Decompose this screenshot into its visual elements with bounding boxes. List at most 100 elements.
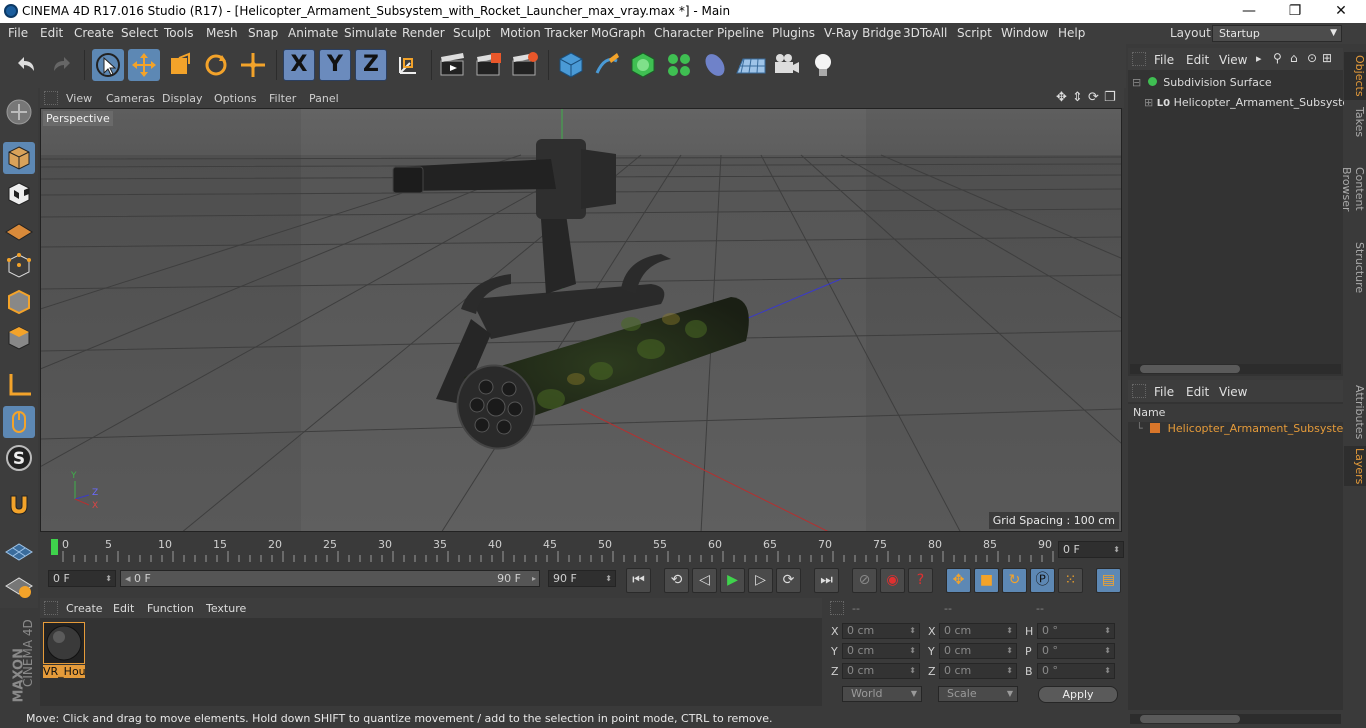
key-pla-button[interactable]: ⁙	[1058, 568, 1083, 593]
material-menu-function[interactable]: Function	[147, 602, 194, 615]
texture-mode-button[interactable]	[3, 178, 35, 210]
layer-row[interactable]: └ Helicopter_Armament_Subsystem_	[1136, 422, 1359, 435]
scrollbar-thumb[interactable]	[1140, 715, 1240, 723]
enable-axis-button[interactable]	[3, 370, 35, 402]
material-thumbnail[interactable]	[43, 622, 85, 664]
autokey-button[interactable]: ◉	[880, 568, 905, 593]
layer-menu-file[interactable]: File	[1154, 385, 1174, 399]
pos-y-field[interactable]: 0 cm ⬍	[842, 643, 920, 659]
material-menu-texture[interactable]: Texture	[206, 602, 246, 615]
next-key-button[interactable]: ⟳	[776, 568, 801, 593]
rot-h-field[interactable]: 0 ° ⬍	[1037, 623, 1115, 639]
size-z-field[interactable]: 0 cm ⬍	[939, 663, 1017, 679]
deformer-button[interactable]	[699, 49, 731, 81]
layer-name-column-header[interactable]: Name	[1128, 404, 1343, 422]
menu-help[interactable]: Help	[1058, 26, 1085, 40]
coordinate-system-button[interactable]	[392, 49, 424, 81]
timeline-ruler[interactable]: 0 5 10 15 20 25 30 35 40 45 50 55 60 65 …	[40, 535, 1126, 565]
workplane-mode-button[interactable]	[3, 214, 35, 246]
move-tool-button[interactable]	[128, 49, 160, 81]
perspective-viewport[interactable]: Y Z X Perspective Grid Spacing : 100 cm	[40, 108, 1122, 532]
start-frame-field[interactable]: 0 F ⬍	[48, 570, 116, 587]
layer-menu-view[interactable]: View	[1219, 385, 1247, 399]
object-menu-edit[interactable]: Edit	[1186, 53, 1209, 67]
live-selection-button[interactable]	[92, 49, 124, 81]
object-menu-view[interactable]: View	[1219, 53, 1247, 67]
viewport-menu-cameras[interactable]: Cameras	[106, 92, 155, 105]
pos-x-field[interactable]: 0 cm ⬍	[842, 623, 920, 639]
menu-snap[interactable]: Snap	[248, 26, 278, 40]
menu-pipeline[interactable]: Pipeline	[717, 26, 764, 40]
object-row-subdivision[interactable]: ⊟ Subdivision Surface	[1132, 76, 1272, 89]
menu-animate[interactable]: Animate	[288, 26, 338, 40]
workplane-lock-button[interactable]	[3, 570, 35, 602]
minimize-button[interactable]: —	[1226, 0, 1272, 23]
menu-mesh[interactable]: Mesh	[206, 26, 238, 40]
render-picture-viewer-button[interactable]	[473, 49, 505, 81]
menu-plugins[interactable]: Plugins	[772, 26, 815, 40]
menu-3dtoall[interactable]: 3DToAll	[903, 26, 947, 40]
floor-button[interactable]	[735, 49, 767, 81]
coordinate-space-dropdown[interactable]: World ▼	[842, 686, 922, 702]
key-position-button[interactable]: ✥	[946, 568, 971, 593]
snapping-button[interactable]: S	[3, 442, 35, 474]
x-axis-lock-button[interactable]: X	[283, 49, 315, 81]
edges-mode-button[interactable]	[3, 286, 35, 318]
size-x-field[interactable]: 0 cm ⬍	[939, 623, 1017, 639]
light-button[interactable]	[807, 49, 839, 81]
z-axis-lock-button[interactable]: Z	[355, 49, 387, 81]
tab-structure[interactable]: Structure	[1344, 242, 1366, 294]
redo-button[interactable]	[46, 49, 78, 81]
scale-tool-button[interactable]	[164, 49, 196, 81]
menu-tools[interactable]: Tools	[164, 26, 194, 40]
menu-render[interactable]: Render	[402, 26, 445, 40]
menu-edit[interactable]: Edit	[40, 26, 63, 40]
object-menu-file[interactable]: File	[1154, 53, 1174, 67]
menu-file[interactable]: File	[8, 26, 28, 40]
pen-spline-button[interactable]	[591, 49, 623, 81]
key-scale-button[interactable]: ■	[974, 568, 999, 593]
render-view-button[interactable]	[437, 49, 469, 81]
menu-script[interactable]: Script	[957, 26, 992, 40]
layer-color-swatch[interactable]	[1150, 423, 1161, 433]
render-settings-button[interactable]	[509, 49, 541, 81]
cube-object-button[interactable]	[555, 49, 587, 81]
pos-z-field[interactable]: 0 cm ⬍	[842, 663, 920, 679]
end-frame-field[interactable]: 90 F ⬍	[548, 570, 616, 587]
y-axis-lock-button[interactable]: Y	[319, 49, 351, 81]
next-frame-button[interactable]: ▷	[748, 568, 773, 593]
menu-window[interactable]: Window	[1001, 26, 1048, 40]
camera-button[interactable]	[771, 49, 803, 81]
rot-p-field[interactable]: 0 ° ⬍	[1037, 643, 1115, 659]
lock-icon[interactable]: ⊙	[1307, 51, 1317, 65]
tab-content-browser[interactable]: Content Browser	[1340, 146, 1366, 232]
viewport-menu-options[interactable]: Options	[214, 92, 256, 105]
object-row-helicopter[interactable]: ⊞ L0 Helicopter_Armament_Subsystem	[1144, 96, 1360, 109]
previous-key-button[interactable]: ⟲	[664, 568, 689, 593]
tab-layers[interactable]: Layers	[1344, 446, 1366, 486]
tab-attributes[interactable]: Attributes	[1344, 384, 1366, 440]
playhead-marker[interactable]	[51, 539, 58, 555]
layer-manager-scrollbar[interactable]	[1130, 714, 1341, 724]
undo-button[interactable]	[10, 49, 42, 81]
tab-takes[interactable]: Takes	[1344, 104, 1366, 140]
new-window-icon[interactable]: ⊞	[1322, 51, 1332, 65]
menu-select[interactable]: Select	[121, 26, 158, 40]
apply-button[interactable]: Apply	[1038, 686, 1118, 703]
key-rotation-button[interactable]: ↻	[1002, 568, 1027, 593]
make-editable-button[interactable]	[3, 96, 35, 128]
tweak-mode-button[interactable]	[3, 406, 35, 438]
viewport-menu-display[interactable]: Display	[162, 92, 203, 105]
go-to-end-button[interactable]: ⏭	[814, 568, 839, 593]
material-menu-edit[interactable]: Edit	[113, 602, 134, 615]
material-name[interactable]: VR_Hou	[43, 665, 86, 678]
material-menu-create[interactable]: Create	[66, 602, 103, 615]
timeline-window-button[interactable]: ▤	[1096, 568, 1121, 593]
scrollbar-thumb[interactable]	[1140, 365, 1240, 373]
viewport-menu-filter[interactable]: Filter	[269, 92, 296, 105]
go-to-start-button[interactable]: ⏮	[626, 568, 651, 593]
points-mode-button[interactable]	[3, 250, 35, 282]
menu-simulate[interactable]: Simulate	[344, 26, 397, 40]
cloner-button[interactable]	[663, 49, 695, 81]
viewport-menu-view[interactable]: View	[66, 92, 92, 105]
